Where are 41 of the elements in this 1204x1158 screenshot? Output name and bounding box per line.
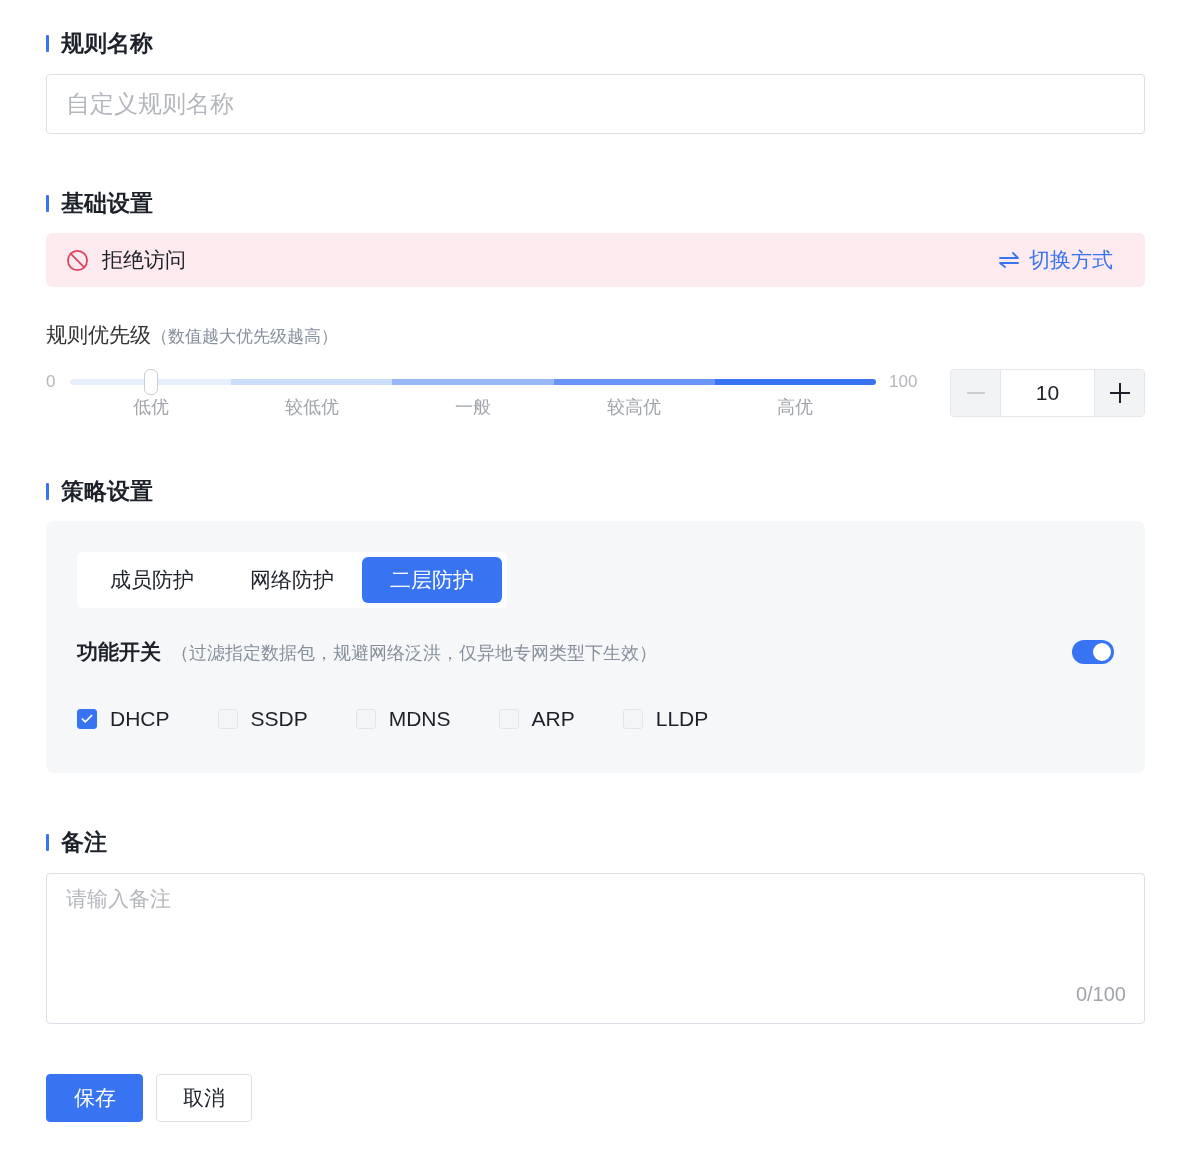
plus-icon xyxy=(1109,383,1130,403)
action-label: 拒绝访问 xyxy=(102,247,186,273)
segment-label: 较高优 xyxy=(607,396,662,419)
segment-label: 较低优 xyxy=(284,396,339,419)
character-counter: 0/100 xyxy=(1075,982,1126,1006)
section-title: 备注 xyxy=(46,827,107,857)
tab[interactable]: 网络防护 xyxy=(222,557,362,603)
priority-value-field[interactable]: 10 xyxy=(1000,370,1095,416)
increment-button[interactable] xyxy=(1095,370,1144,416)
slider-min-label: 0 xyxy=(46,371,56,393)
section-title: 规则名称 xyxy=(46,28,153,58)
rule-name-field[interactable]: 自定义规则名称 xyxy=(46,74,1145,134)
slider-thumb[interactable] xyxy=(143,369,158,395)
number-stepper[interactable]: 10 xyxy=(950,369,1145,417)
feature-switch-label: 功能开关 xyxy=(77,638,161,665)
toggle-switch[interactable] xyxy=(1072,640,1114,664)
section-title: 策略设置 xyxy=(46,476,153,506)
priority-slider-track[interactable] xyxy=(70,369,876,395)
feature-switch-hint: （过滤指定数据包，规避网络泛洪，仅异地专网类型下生效） xyxy=(171,641,657,665)
minus-icon xyxy=(966,392,985,394)
switch-mode-link[interactable]: 切换方式 xyxy=(999,246,1113,274)
cancel-button[interactable]: 取消 xyxy=(156,1074,252,1122)
swap-icon xyxy=(999,252,1019,268)
segment-label: 低优 xyxy=(132,396,169,419)
checkbox[interactable] xyxy=(77,709,97,729)
check-icon xyxy=(80,712,94,726)
tab[interactable]: 二层防护 xyxy=(362,557,502,603)
slider-max-label: 100 xyxy=(889,371,918,393)
segment-label: 一般 xyxy=(455,396,491,419)
ban-icon xyxy=(66,248,89,272)
priority-hint: （数值越大优先级越高） xyxy=(151,326,338,348)
checkbox-label: ARP xyxy=(531,706,575,732)
priority-label: 规则优先级 xyxy=(46,323,151,347)
checkbox-label: DHCP xyxy=(110,706,170,732)
checkbox-label: SSDP xyxy=(250,706,308,732)
save-button[interactable]: 保存 xyxy=(46,1074,143,1122)
checkbox-label: LLDP xyxy=(655,706,709,732)
tab[interactable]: 成员防护 xyxy=(82,557,222,603)
checkbox-label: MDNS xyxy=(388,706,451,732)
segment-label: 高优 xyxy=(777,396,814,419)
section-title: 基础设置 xyxy=(46,188,153,218)
